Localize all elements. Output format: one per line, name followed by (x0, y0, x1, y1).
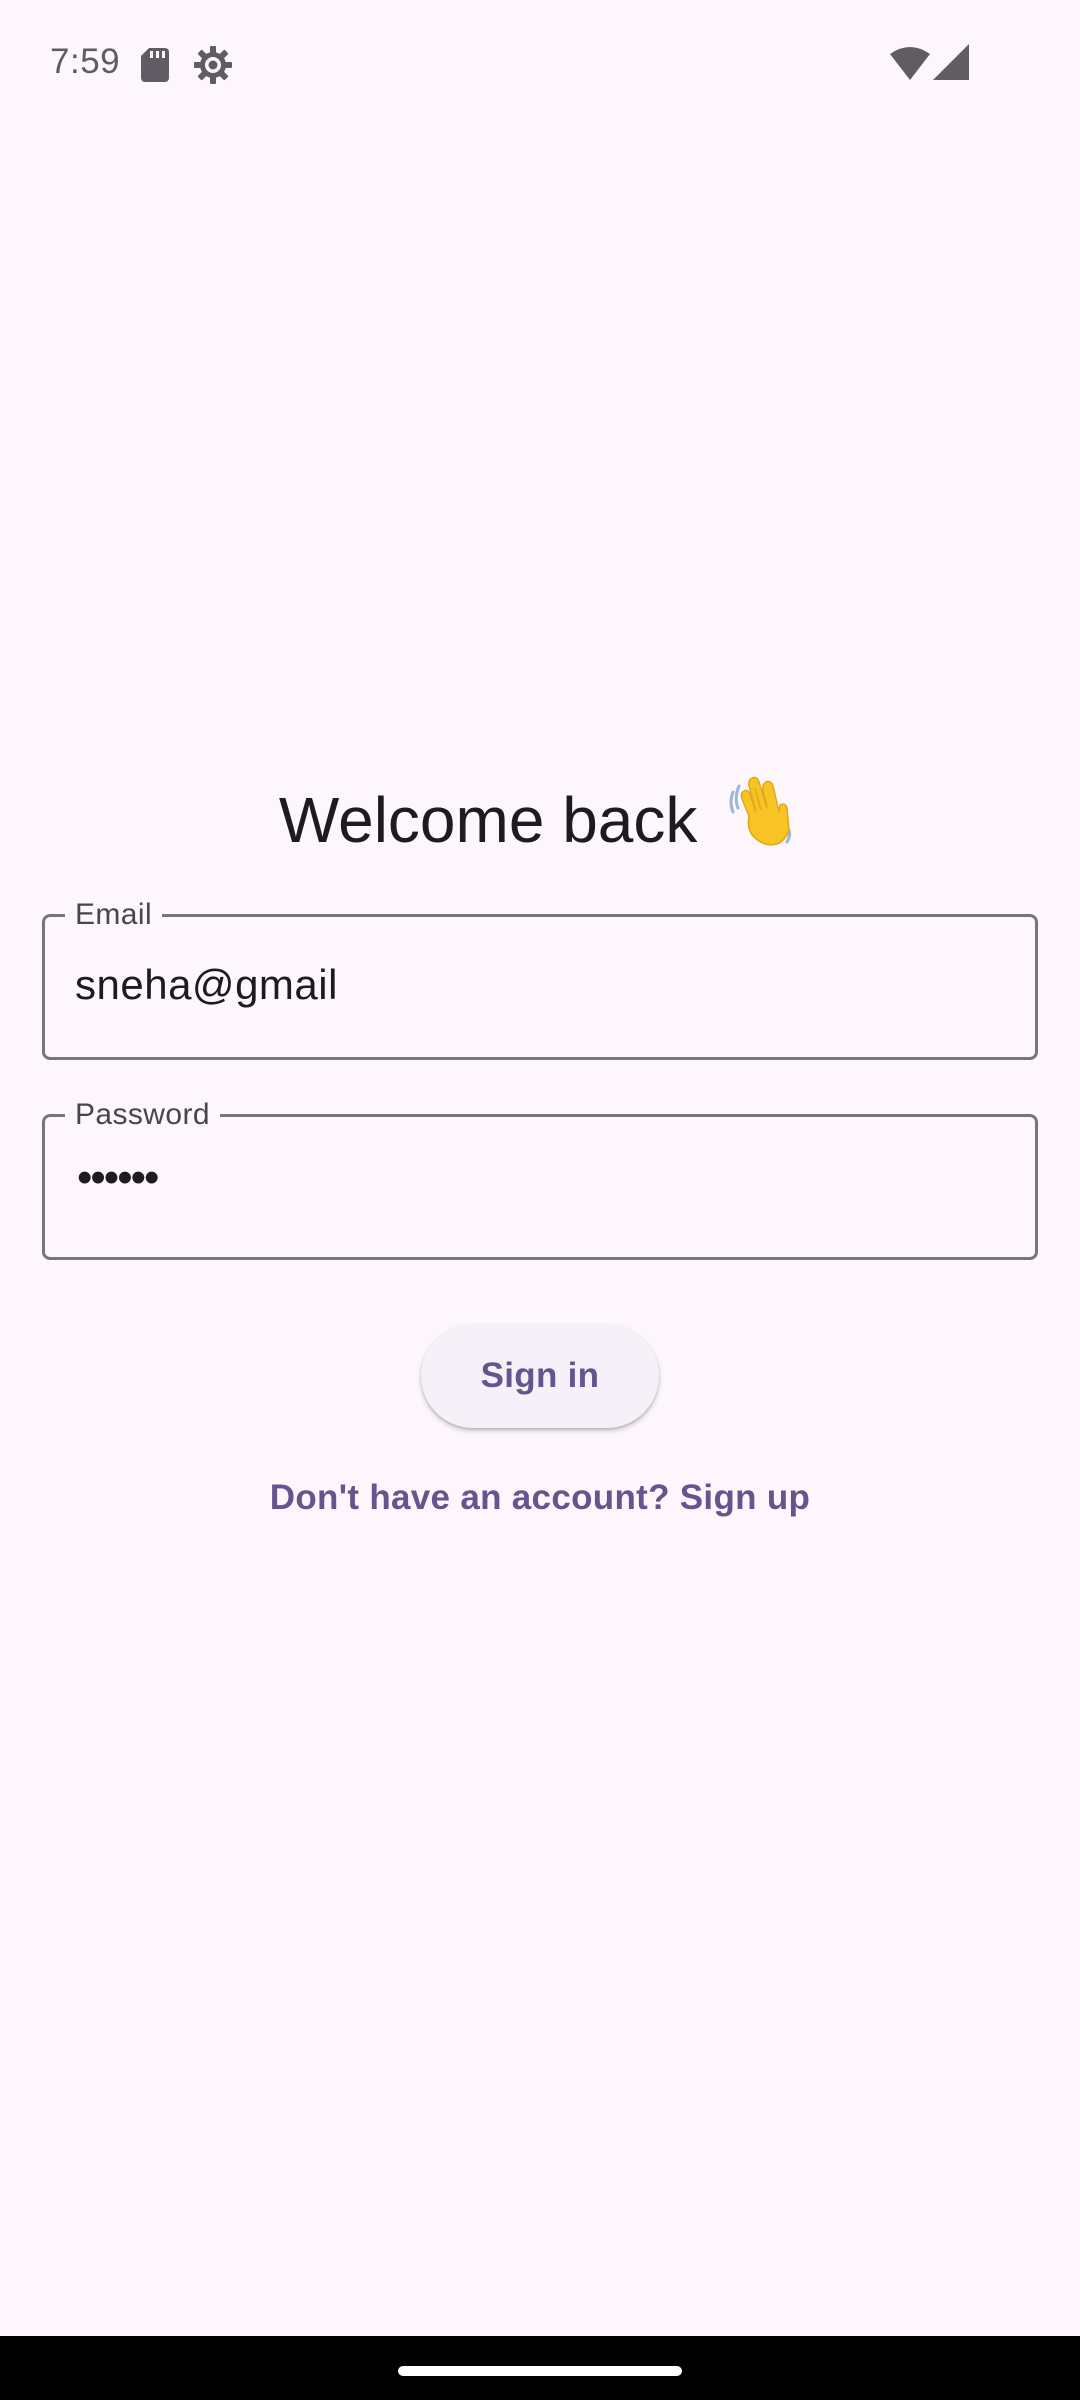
password-field-label: Password (65, 1095, 220, 1135)
email-field[interactable]: Email sneha@gmail (42, 895, 1038, 1060)
password-field-value: •••••• (77, 1153, 159, 1202)
email-field-value: sneha@gmail (75, 961, 338, 1008)
welcome-title-text: Welcome back (278, 784, 698, 856)
sign-in-button-label: Sign in (480, 1356, 600, 1395)
home-gesture-handle[interactable] (398, 2366, 682, 2376)
email-field-label: Email (65, 895, 163, 935)
waving-hand-icon (729, 776, 792, 846)
status-time: 7:59 (50, 42, 121, 81)
wifi-icon (890, 47, 930, 80)
gear-icon (194, 46, 232, 84)
welcome-title: Welcome back (0, 772, 1080, 857)
status-bar: 7:59 (0, 0, 1080, 130)
sd-card-icon (141, 48, 169, 82)
sign-up-link[interactable]: Don't have an account? Sign up (0, 1478, 1080, 1518)
navigation-bar (0, 2336, 1080, 2400)
password-field[interactable]: Password •••••• (42, 1095, 1038, 1260)
signal-icon (933, 44, 969, 80)
sign-in-button[interactable]: Sign in (421, 1324, 659, 1428)
